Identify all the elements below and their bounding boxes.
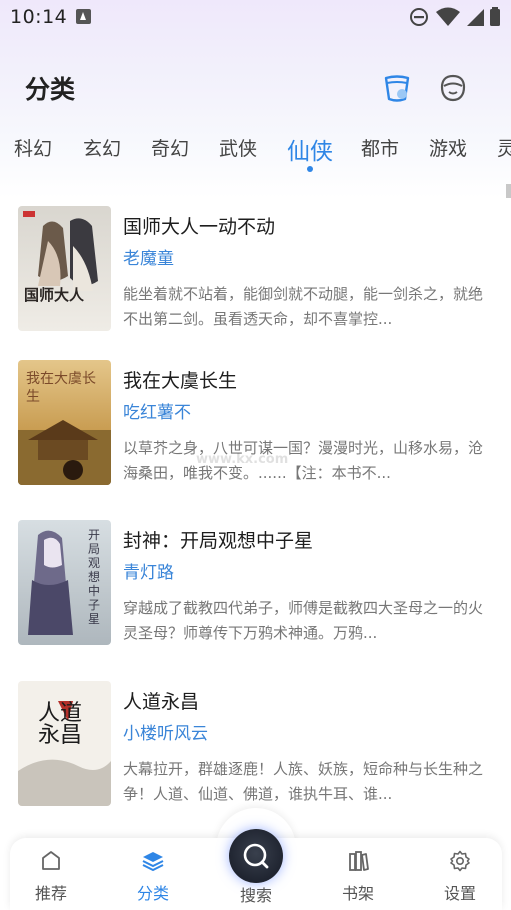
search-icon [243,843,269,869]
cover-title: 国师大人 [24,286,85,304]
profile-icon[interactable] [437,72,469,104]
book-title[interactable]: 人道永昌 [123,687,199,714]
category-tabs: 科幻 玄幻 奇幻 武侠 仙侠 都市 游戏 灵 [0,132,511,172]
book-description: 穿越成了截教四代弟子，师傅是截教四大圣母之一的火灵圣母？师尊传下万鸦术神通。万鸦… [123,599,484,642]
nav-label: 设置 [443,884,476,903]
book-author[interactable]: 吃红薯不 [123,398,191,423]
book-title[interactable]: 封神：开局观想中子星 [123,526,313,553]
dnd-icon [410,8,428,26]
book-description: 大幕拉开，群雄逐鹿！人族、妖族，短命种与长生种之争！人道、仙道、佛道，谁执牛耳、… [123,760,484,803]
book-author[interactable]: 小楼听风云 [123,719,208,744]
nav-search-label[interactable]: 搜索 [216,882,296,906]
tab-wuxia[interactable]: 武侠 [219,134,257,161]
nav-category[interactable]: 分类 [113,838,193,910]
nav-label: 书架 [341,884,374,903]
cover-title: 我在大虞长生 [26,371,96,405]
book-author[interactable]: 青灯路 [123,558,174,583]
nav-bookshelf[interactable]: 书架 [318,838,398,910]
layers-icon [142,852,164,872]
book-item[interactable]: 我在大虞长生 我在大虞长生 吃红薯不 以草芥之身，八世可谋一国？漫漫时光，山移水… [0,360,511,500]
nav-label: 分类 [136,884,169,903]
book-item[interactable]: 人道永昌 人道永昌 小楼听风云 大幕拉开，群雄逐鹿！人族、妖族，短命种与长生种之… [0,681,511,821]
notification-icon [76,9,91,24]
book-title[interactable]: 我在大虞长生 [123,366,237,393]
book-cover[interactable]: 国师大人 [18,206,111,331]
nav-label: 推荐 [34,884,67,903]
book-author[interactable]: 老魔童 [123,244,174,269]
tab-ling[interactable]: 灵 [497,134,511,161]
tab-xuanhuan[interactable]: 玄幻 [83,134,121,161]
wifi-icon [436,7,460,26]
book-description: 能坐着就不站着，能御剑就不动腿，能一剑杀之，就绝不出第二剑。虽看透天命，却不喜掌… [123,285,484,328]
tab-scifi[interactable]: 科幻 [14,134,52,161]
watermark: www.kx.com [196,452,289,467]
home-icon [42,851,60,870]
cover-title: 开局观想中子星 [88,528,101,626]
nav-recommend[interactable]: 推荐 [11,838,91,910]
book-item[interactable]: 开局观想中子星 封神：开局观想中子星 青灯路 穿越成了截教四代弟子，师傅是截教四… [0,520,511,660]
status-bar: 10:14 [0,0,511,36]
status-time: 10:14 [10,6,68,28]
scrollbar[interactable] [506,184,511,198]
tab-fantasy[interactable]: 奇幻 [151,134,189,161]
cover-title: 人道永昌 [38,701,83,748]
signal-icon [467,9,484,26]
page-title: 分类 [25,75,76,104]
tab-xianxia[interactable]: 仙侠 [287,132,333,166]
theme-cup-icon[interactable] [381,72,413,104]
gear-icon [450,850,470,872]
active-tab-indicator [307,166,313,172]
nav-settings[interactable]: 设置 [420,838,500,910]
book-cover[interactable]: 我在大虞长生 [18,360,111,485]
book-description: 以草芥之身，八世可谋一国？漫漫时光，山移水易，沧海桑田，唯我不变。......【… [123,439,484,482]
book-item[interactable]: 国师大人 国师大人一动不动 老魔童 能坐着就不站着，能御剑就不动腿，能一剑杀之，… [0,206,511,346]
bookshelf-icon [349,851,369,871]
tab-urban[interactable]: 都市 [361,134,399,161]
tab-game[interactable]: 游戏 [429,134,467,161]
nav-search[interactable] [229,829,283,883]
book-cover[interactable]: 开局观想中子星 [18,520,111,645]
battery-icon [490,7,500,26]
book-cover[interactable]: 人道永昌 [18,681,111,806]
book-title[interactable]: 国师大人一动不动 [123,212,275,239]
